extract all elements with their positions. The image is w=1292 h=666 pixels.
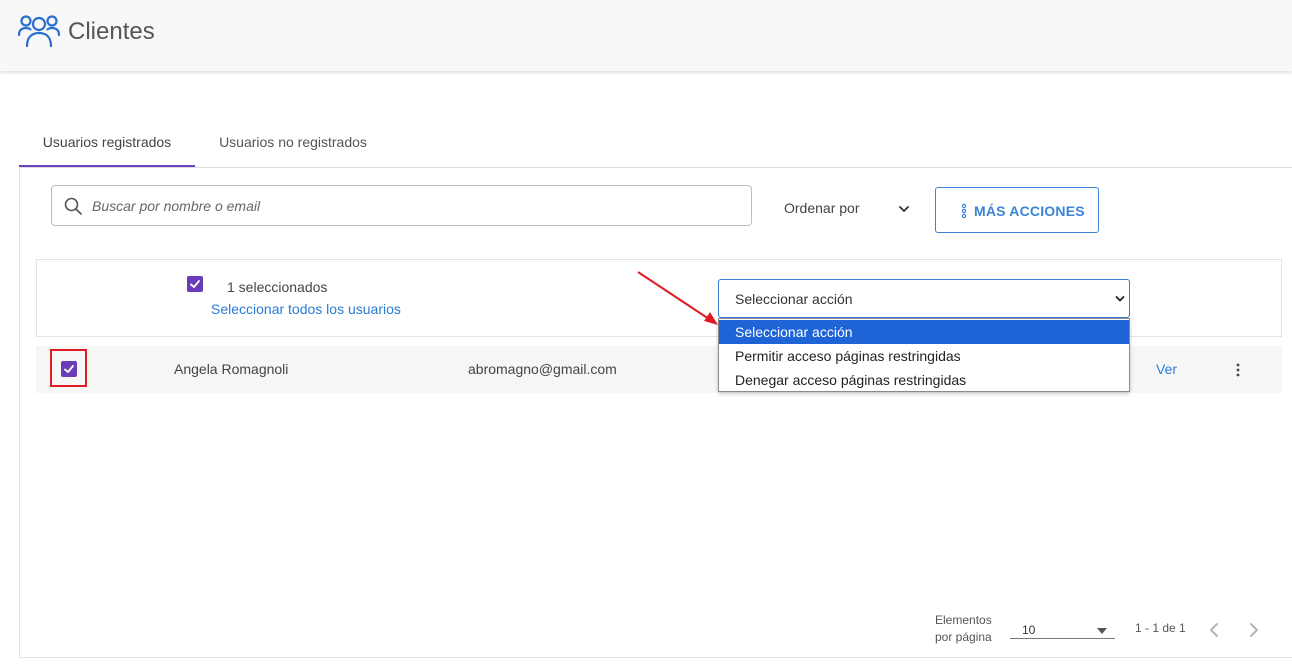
more-actions-label: MÁS ACCIONES (974, 203, 1085, 219)
chevron-right-icon[interactable] (1248, 622, 1260, 638)
order-by-label[interactable]: Ordenar por (784, 200, 859, 220)
action-option-deny-access[interactable]: Denegar acceso páginas restringidas (719, 368, 1129, 392)
action-option-select[interactable]: Seleccionar acción (719, 320, 1129, 344)
search-input[interactable] (92, 186, 742, 225)
content-panel (19, 168, 1292, 658)
search-icon (64, 197, 82, 215)
tab-unregistered-users[interactable]: Usuarios no registrados (195, 118, 391, 167)
selected-count: 1 seleccionados (227, 279, 328, 295)
users-icon (17, 15, 61, 48)
row-user-email: abromagno@gmail.com (468, 361, 617, 377)
page-title: Clientes (68, 18, 155, 45)
chevron-down-icon[interactable] (898, 205, 910, 213)
more-actions-button[interactable]: MÁS ACCIONES (935, 187, 1099, 233)
row-checkbox[interactable] (61, 361, 77, 377)
chevron-down-icon (1115, 296, 1125, 302)
items-per-page-select[interactable]: 10 (1010, 619, 1115, 639)
items-per-page-value: 10 (1022, 623, 1036, 637)
action-dropdown-list: Seleccionar acción Permitir acceso págin… (718, 318, 1130, 392)
checkmark-icon (190, 280, 200, 288)
annotation-arrow-icon (637, 271, 718, 325)
more-vertical-icon[interactable] (1234, 363, 1242, 377)
row-view-link[interactable]: Ver (1156, 361, 1177, 377)
row-user-name: Angela Romagnoli (174, 361, 289, 377)
page-header: Clientes (0, 0, 1292, 71)
chevron-left-icon[interactable] (1208, 622, 1220, 638)
tab-registered-users[interactable]: Usuarios registrados (19, 118, 195, 167)
pagination-range: 1 - 1 de 1 (1135, 621, 1186, 635)
search-box[interactable] (51, 185, 752, 226)
tab-bar: Usuarios registrados Usuarios no registr… (19, 118, 1292, 168)
items-per-page-label-line1: Elementos (935, 613, 992, 627)
action-option-allow-access[interactable]: Permitir acceso páginas restringidas (719, 344, 1129, 368)
select-all-checkbox[interactable] (187, 276, 203, 292)
items-per-page-label: Elementos por página (935, 612, 992, 646)
caret-down-icon (1097, 628, 1107, 634)
action-select-value: Seleccionar acción (735, 291, 853, 307)
vertical-dots-icon (961, 203, 967, 219)
items-per-page-label-line2: por página (935, 630, 992, 644)
checkmark-icon (64, 365, 74, 373)
select-all-users-link[interactable]: Seleccionar todos los usuarios (211, 301, 401, 317)
action-select[interactable]: Seleccionar acción (718, 279, 1130, 318)
